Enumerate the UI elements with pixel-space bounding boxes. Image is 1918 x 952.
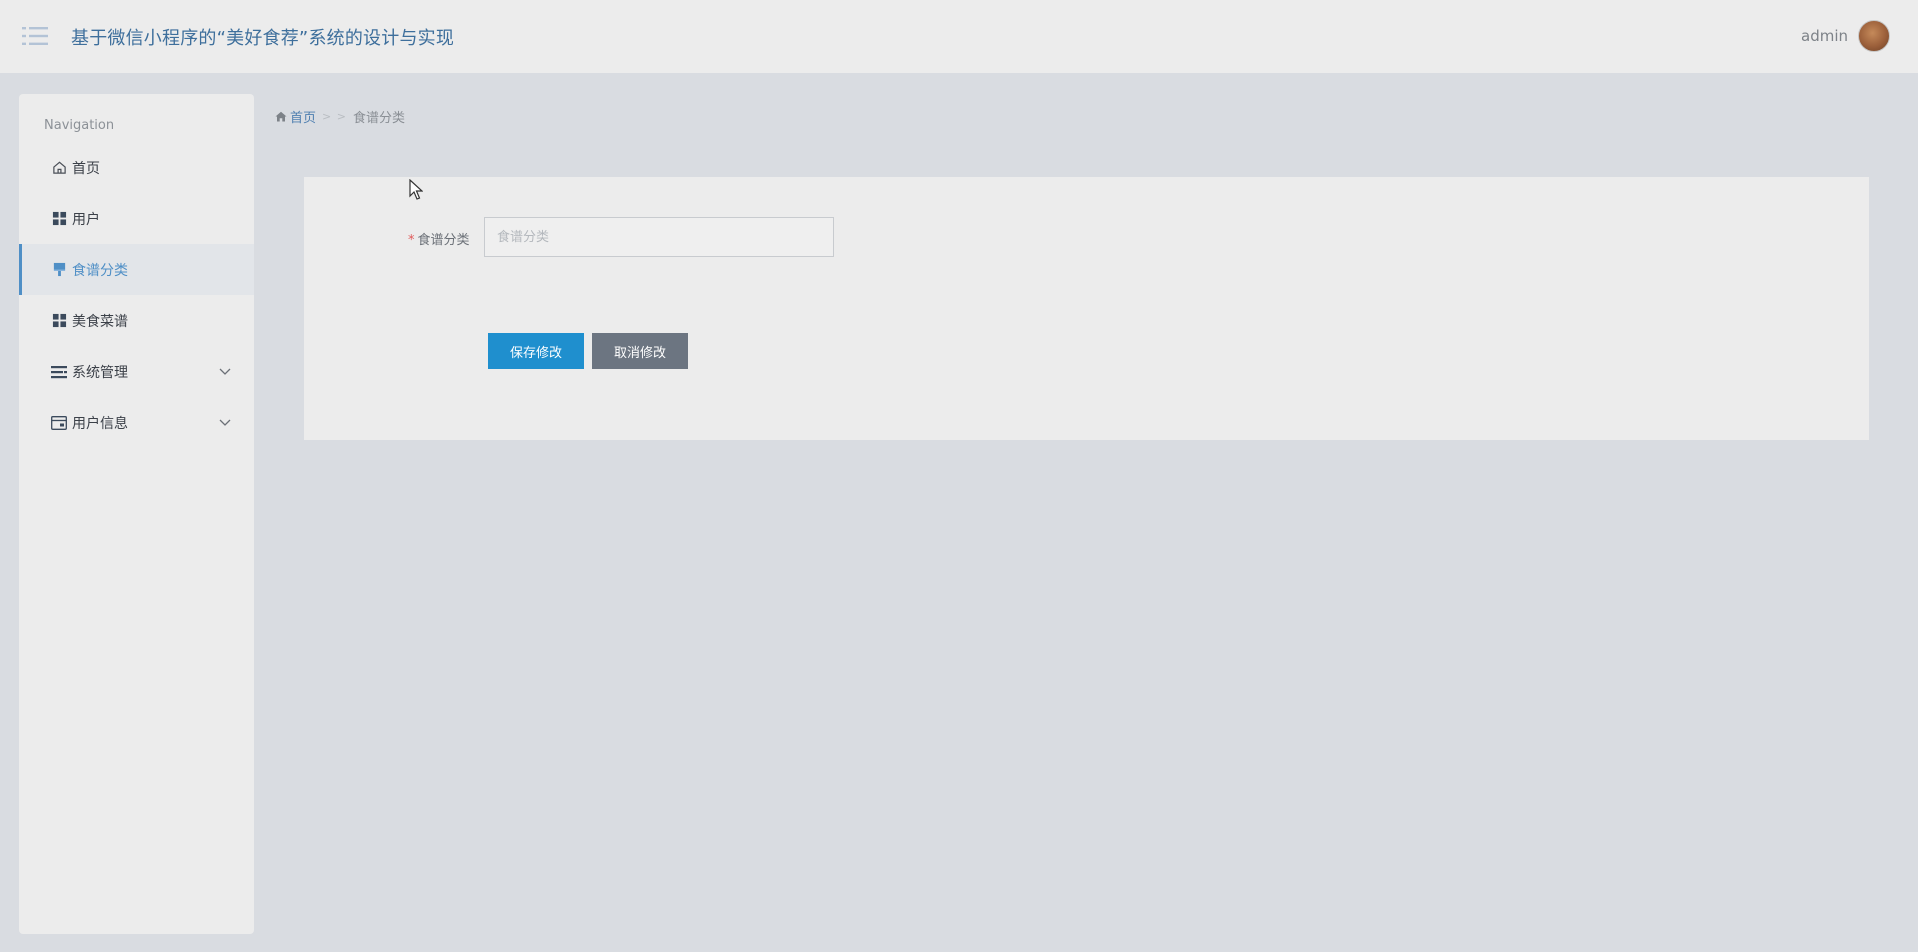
breadcrumb: 首页 > > 食谱分类 bbox=[275, 107, 405, 126]
breadcrumb-current: 食谱分类 bbox=[352, 111, 405, 126]
recipe-category-label: * 食谱分类 bbox=[408, 229, 470, 248]
user-menu[interactable]: admin bbox=[1801, 19, 1890, 53]
sidebar: Navigation 首页 用户 食谱分类 美食菜谱 系统管理 用户信息 bbox=[19, 94, 254, 934]
sidebar-item-label: 用户 bbox=[72, 211, 100, 228]
cancel-button[interactable]: 取消修改 bbox=[592, 333, 688, 369]
sidebar-item-food-recipes[interactable]: 美食菜谱 bbox=[19, 295, 254, 346]
menu-list-icon[interactable] bbox=[22, 25, 48, 47]
sidebar-item-label: 食谱分类 bbox=[72, 262, 128, 279]
app-title: 基于微信小程序的“美好食荐”系统的设计与实现 bbox=[71, 28, 455, 49]
form-panel: *食谱分类 保存修改 取消修改 bbox=[304, 177, 1869, 440]
sidebar-item-home[interactable]: 首页 bbox=[19, 142, 254, 193]
home-icon bbox=[51, 160, 67, 176]
required-mark: * bbox=[408, 233, 415, 248]
breadcrumb-home-link[interactable]: 首页 bbox=[275, 107, 316, 126]
grid-icon bbox=[51, 313, 67, 329]
sidebar-item-recipe-category[interactable]: 食谱分类 bbox=[19, 244, 254, 295]
sidebar-item-label: 用户信息 bbox=[72, 415, 128, 432]
save-button[interactable]: 保存修改 bbox=[488, 333, 584, 369]
avatar[interactable] bbox=[1858, 20, 1890, 52]
home-icon bbox=[275, 111, 287, 122]
sidebar-item-label: 首页 bbox=[72, 160, 100, 177]
sidebar-item-system-management[interactable]: 系统管理 bbox=[19, 346, 254, 397]
sidebar-item-user-info[interactable]: 用户信息 bbox=[19, 397, 254, 448]
breadcrumb-home-label[interactable]: 首页 bbox=[290, 107, 316, 126]
mouse-cursor-icon bbox=[409, 179, 423, 200]
grid-icon bbox=[51, 211, 67, 227]
breadcrumb-separator: > > bbox=[322, 110, 347, 123]
list-bars-icon bbox=[51, 364, 67, 380]
nav-heading: Navigation bbox=[44, 118, 115, 133]
recipe-category-input[interactable] bbox=[484, 217, 834, 257]
recipe-category-label-text: 食谱分类 bbox=[417, 233, 470, 248]
top-bar: 基于微信小程序的“美好食荐”系统的设计与实现 admin bbox=[0, 0, 1918, 73]
sidebar-item-label: 系统管理 bbox=[72, 364, 128, 381]
sidebar-item-label: 美食菜谱 bbox=[72, 313, 128, 330]
username[interactable]: admin bbox=[1801, 27, 1848, 45]
nav-list: 首页 用户 食谱分类 美食菜谱 系统管理 用户信息 bbox=[19, 142, 254, 448]
chevron-down-icon bbox=[219, 419, 231, 426]
sidebar-item-users[interactable]: 用户 bbox=[19, 193, 254, 244]
card-icon bbox=[51, 415, 67, 431]
brush-icon bbox=[51, 262, 67, 278]
chevron-down-icon bbox=[219, 368, 231, 375]
